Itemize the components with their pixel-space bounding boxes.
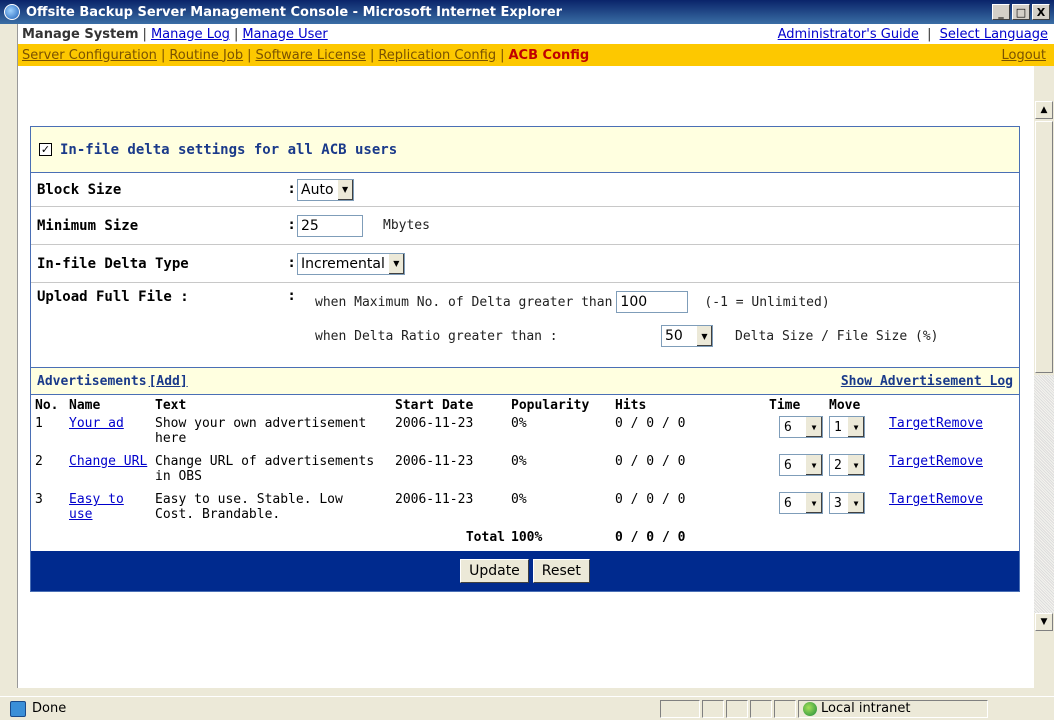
minimize-button[interactable]: _ — [992, 4, 1010, 20]
table-row: 3 Easy to use Easy to use. Stable. Low C… — [35, 492, 983, 522]
ad-name-link[interactable]: Your ad — [69, 416, 124, 431]
upload-full-label: Upload Full File : — [37, 289, 189, 305]
table-header-row: No. Name Text Start Date Popularity Hits… — [35, 398, 861, 413]
table-row: 2 Change URL Change URL of advertisement… — [35, 454, 983, 484]
time-select[interactable]: 6 ▼ — [779, 454, 823, 476]
ad-name-link[interactable]: Change URL — [69, 454, 147, 469]
admin-guide-link[interactable]: Administrator's Guide — [778, 27, 919, 42]
reset-button[interactable]: Reset — [532, 559, 590, 583]
maximize-button[interactable]: □ — [1012, 4, 1030, 20]
delta-settings-header: ✓ In-file delta settings for all ACB use… — [31, 127, 1019, 173]
delta-ratio-select[interactable]: 50 ▼ — [661, 325, 713, 347]
window-title: Offsite Backup Server Management Console… — [26, 4, 563, 20]
add-advertisement-link[interactable]: [Add] — [149, 374, 188, 389]
logout-link[interactable]: Logout — [1001, 48, 1046, 63]
block-size-select[interactable]: Auto ▼ — [297, 178, 354, 201]
chevron-down-icon: ▼ — [387, 253, 404, 274]
remove-link[interactable]: Remove — [936, 492, 983, 507]
status-bar: Done Local intranet — [0, 696, 1054, 720]
delta-settings-label: In-file delta settings for all ACB users — [60, 141, 398, 158]
chevron-down-icon: ▼ — [806, 493, 822, 513]
chevron-down-icon: ▼ — [848, 455, 864, 475]
nav-link-manage-user[interactable]: Manage User — [242, 27, 327, 42]
block-size-row: Block Size : Auto ▼ — [31, 173, 1019, 207]
acb-config-panel: ✓ In-file delta settings for all ACB use… — [30, 126, 1020, 592]
nav-current-manage-system: Manage System — [22, 26, 139, 42]
vertical-scrollbar[interactable]: ▲ ▼ — [1034, 101, 1054, 633]
scroll-down-arrow-icon[interactable]: ▼ — [1035, 613, 1053, 631]
form-actions-bar: Update Reset — [31, 551, 1019, 591]
security-zone: Local intranet — [798, 699, 988, 718]
window-titlebar: Offsite Backup Server Management Console… — [0, 0, 1054, 24]
total-hits: 0 / 0 / 0 — [615, 530, 686, 545]
chevron-down-icon: ▼ — [848, 493, 864, 513]
scroll-track[interactable] — [1034, 375, 1054, 613]
delta-ratio-text: when Delta Ratio greater than : — [315, 328, 558, 344]
delta-type-label: In-file Delta Type — [37, 255, 189, 272]
minimum-size-unit: Mbytes — [383, 218, 430, 233]
target-link[interactable]: Target — [889, 416, 936, 431]
move-select[interactable]: 1 ▼ — [829, 416, 865, 438]
minimum-size-row: Minimum Size : 25 Mbytes — [31, 207, 1019, 245]
delta-type-select[interactable]: Incremental ▼ — [297, 252, 405, 275]
delta-ratio-note: Delta Size / File Size (%) — [735, 328, 939, 344]
nav-link-manage-log[interactable]: Manage Log — [151, 27, 230, 42]
top-nav: Manage System | Manage Log | Manage User… — [18, 24, 1054, 44]
ie-logo-icon — [4, 4, 20, 20]
chevron-down-icon: ▼ — [336, 179, 353, 200]
total-label: Total — [465, 530, 505, 545]
subnav-acb-config[interactable]: ACB Config — [509, 48, 590, 63]
delta-settings-checkbox[interactable]: ✓ — [39, 143, 52, 156]
delta-type-row: In-file Delta Type : Incremental ▼ — [31, 245, 1019, 283]
subnav-routine-job[interactable]: Routine Job — [169, 48, 243, 63]
chevron-down-icon: ▼ — [806, 417, 822, 437]
max-delta-note: (-1 = Unlimited) — [704, 294, 830, 310]
advertisements-table: No. Name Text Start Date Popularity Hits… — [31, 395, 1019, 551]
block-size-label: Block Size — [37, 181, 122, 198]
advertisements-header: Advertisements [Add] Show Advertisement … — [31, 367, 1019, 395]
update-button[interactable]: Update — [460, 559, 529, 583]
minimum-size-input[interactable]: 25 — [297, 214, 363, 237]
scroll-up-arrow-icon[interactable]: ▲ — [1035, 101, 1053, 119]
close-button[interactable]: X — [1032, 4, 1050, 20]
chevron-down-icon: ▼ — [696, 326, 712, 346]
chevron-down-icon: ▼ — [848, 417, 864, 437]
max-delta-input[interactable]: 100 — [616, 291, 689, 313]
subnav-software-license[interactable]: Software License — [255, 48, 365, 63]
sub-nav: Server Configuration | Routine Job | Sof… — [18, 44, 1054, 66]
select-language-link[interactable]: Select Language — [940, 27, 1048, 42]
target-link[interactable]: Target — [889, 492, 936, 507]
remove-link[interactable]: Remove — [936, 454, 983, 469]
show-advertisement-log-link[interactable]: Show Advertisement Log — [841, 374, 1013, 389]
scroll-thumb[interactable] — [1035, 121, 1053, 373]
max-delta-text: when Maximum No. of Delta greater than — [315, 294, 613, 310]
page-icon — [10, 700, 26, 717]
move-select[interactable]: 3 ▼ — [829, 492, 865, 514]
window-controls: _ □ X — [992, 4, 1050, 20]
total-popularity: 100% — [511, 530, 543, 545]
time-select[interactable]: 6 ▼ — [779, 416, 823, 438]
ad-name-link[interactable]: Easy to use — [69, 492, 124, 522]
total-row: Total 100% 0 / 0 / 0 — [31, 529, 1019, 551]
subnav-replication-config[interactable]: Replication Config — [378, 48, 496, 63]
move-select[interactable]: 2 ▼ — [829, 454, 865, 476]
target-link[interactable]: Target — [889, 454, 936, 469]
remove-link[interactable]: Remove — [936, 416, 983, 431]
upload-full-row: Upload Full File : : when Maximum No. of… — [31, 283, 1019, 367]
status-text: Done — [32, 701, 67, 716]
subnav-server-configuration[interactable]: Server Configuration — [22, 48, 157, 63]
minimum-size-label: Minimum Size — [37, 217, 139, 234]
chevron-down-icon: ▼ — [806, 455, 822, 475]
table-row: 1 Your ad Show your own advertisement he… — [35, 416, 983, 446]
advertisements-title: Advertisements — [37, 373, 147, 389]
intranet-globe-icon — [803, 701, 817, 716]
time-select[interactable]: 6 ▼ — [779, 492, 823, 514]
window-left-edge — [10, 24, 18, 688]
